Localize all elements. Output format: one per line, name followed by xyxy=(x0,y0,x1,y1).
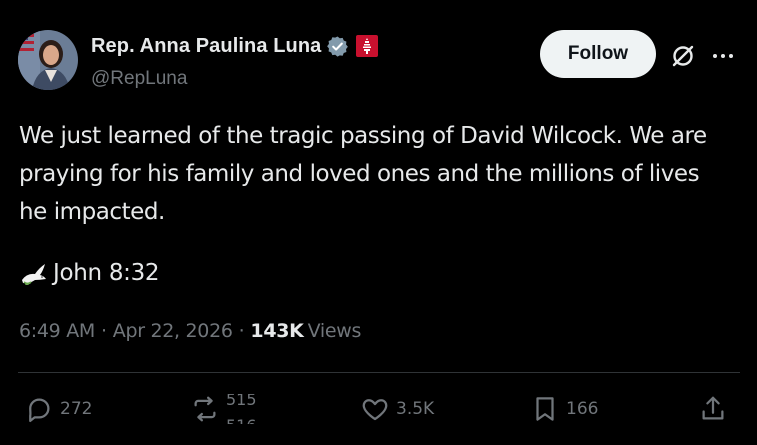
post-meta: 6:49 AM · Apr 22, 2026 · 143K Views xyxy=(19,320,361,342)
heart-icon xyxy=(362,399,388,421)
reply-icon xyxy=(29,398,50,422)
meta-separator: · xyxy=(101,320,107,342)
follow-button[interactable]: Follow xyxy=(540,30,656,78)
author-handle[interactable]: @RepLuna xyxy=(91,68,379,90)
reply-count: 272 xyxy=(60,399,93,419)
views-count[interactable]: 143K xyxy=(250,320,303,342)
views-label[interactable]: Views xyxy=(308,320,362,342)
action-bar: 272 515 516 3.5K 166 xyxy=(18,388,740,432)
grok-icon[interactable] xyxy=(670,43,696,69)
author-name[interactable]: Rep. Anna Paulina Luna xyxy=(91,35,321,58)
more-options-icon[interactable] xyxy=(710,43,736,69)
reply-button[interactable]: 272 xyxy=(24,394,92,424)
post-text: We just learned of the tragic passing of… xyxy=(19,123,707,225)
verse-text: John 8:32 xyxy=(53,260,160,286)
bookmark-icon xyxy=(536,397,554,421)
repost-count-next: 516 xyxy=(226,416,257,424)
like-button[interactable]: 3.5K xyxy=(360,394,434,424)
bookmark-count: 166 xyxy=(566,399,599,419)
post-verse: John 8:32 xyxy=(19,258,160,288)
repost-icon xyxy=(194,396,216,422)
avatar[interactable] xyxy=(18,30,78,90)
divider xyxy=(18,372,740,373)
repost-count: 515 516 xyxy=(226,394,266,424)
meta-separator: · xyxy=(238,320,245,342)
post-time[interactable]: 6:49 AM xyxy=(19,320,95,342)
verified-badge-icon[interactable] xyxy=(326,35,349,58)
like-count: 3.5K xyxy=(396,399,435,419)
bookmark-button[interactable]: 166 xyxy=(530,394,598,424)
repost-button[interactable]: 515 516 xyxy=(190,394,266,424)
post-header: Rep. Anna Paulina Luna @RepLuna Follow xyxy=(18,30,740,92)
repost-count-current: 515 xyxy=(226,394,257,409)
share-button[interactable] xyxy=(698,394,734,424)
share-icon xyxy=(702,396,724,420)
post-date[interactable]: Apr 22, 2026 xyxy=(113,320,233,342)
congress-affiliation-icon[interactable] xyxy=(355,34,379,58)
dove-icon xyxy=(19,258,49,288)
